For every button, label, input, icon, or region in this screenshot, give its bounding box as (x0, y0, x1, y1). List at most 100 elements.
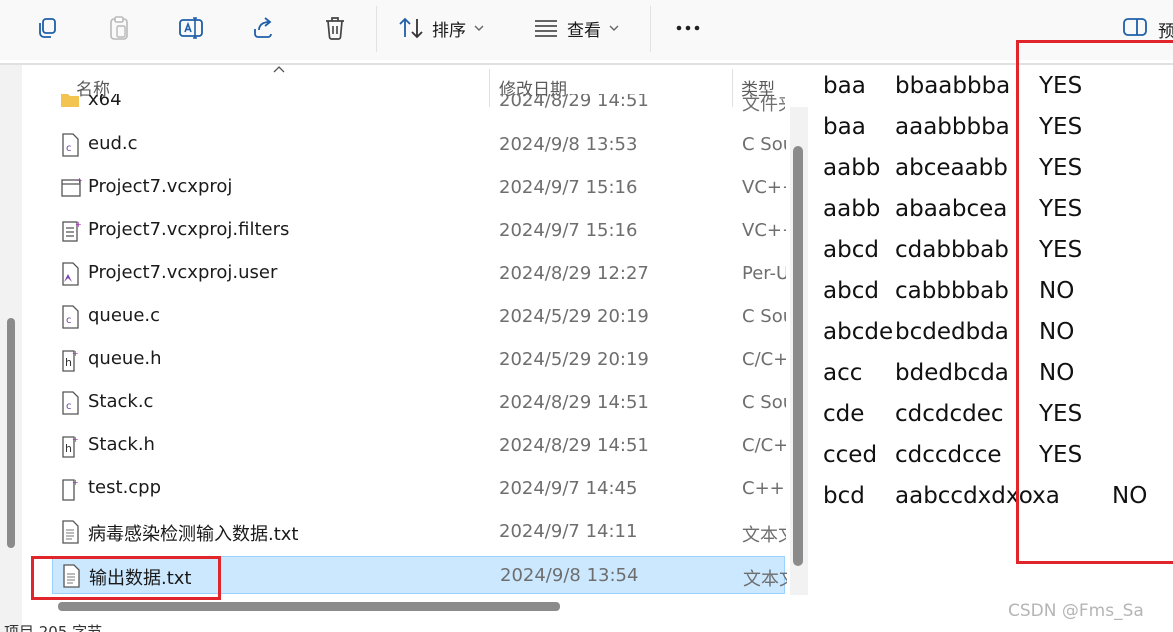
preview-pane-label[interactable]: 预 (1158, 17, 1173, 42)
file-list-scroll-thumb[interactable] (793, 146, 803, 566)
file-row[interactable]: + test.cpp 2024/9/7 14:45 C++ (52, 470, 785, 508)
file-name: queue.h (88, 348, 162, 369)
file-row[interactable]: c queue.c 2024/5/29 20:19 C Sou (52, 298, 786, 336)
svg-text:c: c (66, 143, 72, 154)
preview-line-first: acc (823, 360, 863, 386)
highlight-box-output-file (31, 556, 221, 600)
file-type: C Sou (742, 306, 786, 327)
file-type: 文本文 (742, 525, 786, 546)
c-file-icon: c (60, 305, 80, 333)
file-date: 2024/5/29 20:19 (499, 306, 649, 327)
preview-line-second: cabbbbab (895, 278, 1009, 304)
horizontal-scroll-thumb[interactable] (58, 602, 560, 611)
svg-text:+: + (75, 220, 82, 229)
vcxproj-file-icon: + (60, 176, 84, 202)
file-row[interactable]: h + Stack.h 2024/8/29 14:51 C/C+ (52, 427, 786, 465)
preview-line-second: cdabbbab (895, 237, 1009, 263)
view-label: 查看 (567, 20, 601, 41)
file-date: 2024/9/8 13:54 (500, 565, 639, 586)
file-date: 2024/8/29 12:27 (499, 263, 649, 284)
watermark: CSDN @Fms_Sa (1008, 601, 1144, 621)
user-file-icon (60, 262, 80, 290)
file-name: Stack.h (88, 434, 155, 455)
file-type: C++ (742, 478, 785, 499)
preview-line-second: bdedbcda (895, 360, 1009, 386)
file-type: C Sou (742, 392, 786, 413)
file-date: 2024/8/29 14:51 (499, 94, 649, 111)
file-date: 2024/9/8 13:53 (499, 134, 638, 155)
txt-file-icon (60, 520, 80, 548)
svg-text:+: + (72, 349, 79, 358)
file-type: 文本文 (743, 569, 787, 590)
file-row[interactable]: 病毒感染检测输入数据.txt 2024/9/7 14:11 文本文 (52, 513, 786, 551)
file-name: 病毒感染检测输入数据.txt (88, 524, 299, 545)
file-row[interactable]: + Project7.vcxproj.filters 2024/9/7 15:16 V… (52, 212, 786, 250)
file-name: eud.c (88, 133, 138, 154)
copy-icon[interactable] (30, 10, 64, 46)
h-file-icon: h + (60, 434, 80, 462)
file-row[interactable]: c Stack.c 2024/8/29 14:51 C Sou (52, 384, 786, 422)
more-icon (676, 25, 700, 31)
c-file-icon: c (60, 133, 80, 161)
preview-line-second: bbaabbba (895, 73, 1011, 99)
more-options-button[interactable] (673, 10, 703, 46)
file-name: Stack.c (88, 391, 154, 412)
file-type: VC++ (742, 177, 786, 198)
file-row[interactable]: h + queue.h 2024/5/29 20:19 C/C+ (52, 341, 786, 379)
file-type: VC++ (742, 220, 786, 241)
svg-text:+: + (72, 478, 79, 487)
svg-text:h: h (65, 442, 72, 455)
chevron-down-icon (609, 25, 619, 31)
file-date: 2024/9/7 15:16 (499, 220, 638, 241)
file-row[interactable]: Project7.vcxproj.user 2024/8/29 12:27 Per-… (52, 255, 786, 293)
preview-line-first: cced (823, 442, 878, 468)
file-type: C Sou (742, 134, 786, 155)
preview-line-second: cdcdcdec (895, 401, 1004, 427)
view-list-icon (535, 20, 557, 37)
file-type: Per-U (742, 263, 786, 284)
file-date: 2024/5/29 20:19 (499, 349, 649, 370)
preview-line-second: cdccdcce (895, 442, 1002, 468)
command-bar: 排序 查看 预 (0, 0, 1173, 60)
sort-button[interactable]: 排序 (398, 10, 484, 46)
file-name: x64 (88, 94, 122, 110)
highlight-box-results (1016, 40, 1173, 564)
svg-text:+: + (72, 435, 79, 444)
h-file-icon: h + (60, 348, 80, 376)
svg-text:+: + (76, 176, 83, 185)
status-bar: 项目 205 字节 (0, 618, 812, 632)
file-name: Project7.vcxproj.filters (88, 219, 290, 240)
share-icon[interactable] (246, 10, 280, 46)
toolbar-divider (650, 6, 651, 52)
file-type: 文件夹 (742, 94, 785, 114)
file-name: Project7.vcxproj (88, 176, 233, 197)
chevron-down-icon (474, 25, 484, 31)
preview-line-first: cde (823, 401, 865, 427)
sort-icon (399, 17, 423, 39)
file-name: queue.c (88, 305, 161, 326)
preview-line-second: bcdedbda (895, 319, 1009, 345)
file-date: 2024/9/7 14:45 (499, 478, 638, 499)
file-date: 2024/9/7 15:16 (499, 177, 638, 198)
file-date: 2024/8/29 14:51 (499, 392, 649, 413)
preview-line-second: aaabbbba (895, 114, 1010, 140)
file-row[interactable]: c eud.c 2024/9/8 13:53 C Sou (52, 126, 786, 164)
file-row[interactable]: + Project7.vcxproj 2024/9/7 15:16 VC++ (52, 169, 786, 207)
preview-line-first: bcd (823, 483, 865, 509)
file-type: C/C+ (742, 435, 786, 456)
status-text: 项目 205 字节 (4, 623, 103, 632)
preview-line-first: abcd (823, 237, 879, 263)
file-row-partial[interactable]: x64 2024/8/29 14:51 文件夹 (52, 94, 785, 114)
folder-icon (61, 94, 79, 107)
paste-icon[interactable] (102, 10, 136, 46)
sort-ascending-icon (273, 66, 285, 73)
preview-line-first: aabb (823, 155, 881, 181)
nav-pane-scroll-thumb[interactable] (7, 318, 15, 548)
preview-line-second: abceaabb (895, 155, 1008, 181)
file-date: 2024/8/29 14:51 (499, 435, 649, 456)
view-button[interactable]: 查看 (533, 10, 619, 46)
rename-icon[interactable] (174, 10, 208, 46)
delete-icon[interactable] (318, 10, 352, 46)
file-type: C/C+ (742, 349, 786, 370)
preview-line-first: abcd (823, 278, 879, 304)
